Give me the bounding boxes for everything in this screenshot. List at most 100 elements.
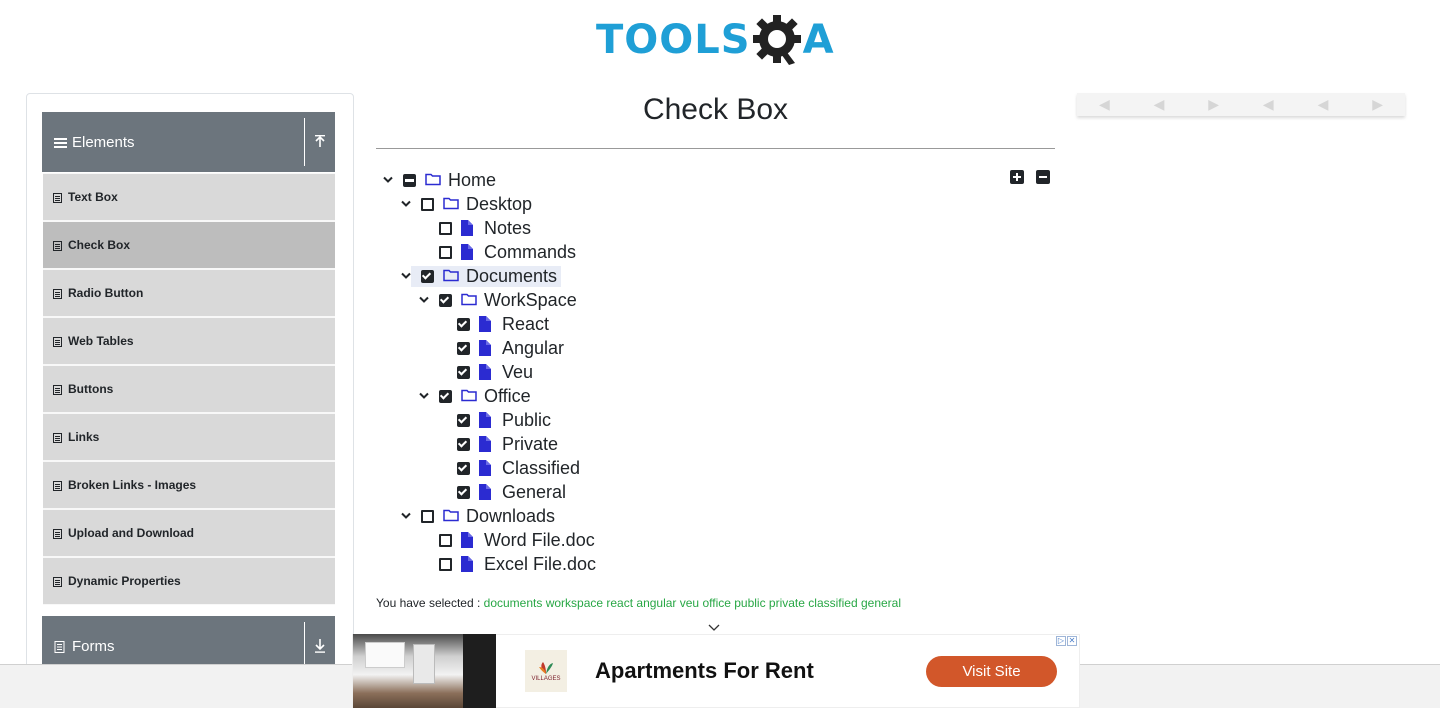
tree-node-label[interactable]: Documents — [466, 266, 557, 287]
sidebar-item-check-box[interactable]: Check Box — [43, 221, 335, 269]
chevron-up-icon[interactable] — [304, 118, 335, 166]
arrow-right-icon: ▶ — [1208, 96, 1220, 112]
checkbox-checked[interactable] — [457, 461, 470, 475]
tree-node-public: Public — [451, 408, 551, 432]
tree-node-angular: Angular — [451, 336, 564, 360]
result-prefix: You have selected : — [376, 596, 481, 610]
sidebar-item-broken-links[interactable]: Broken Links - Images — [43, 461, 335, 509]
tree-node-label[interactable]: Office — [484, 386, 531, 407]
ad-info-icon[interactable]: ▷ — [1056, 636, 1066, 646]
checkbox-unchecked[interactable] — [439, 245, 452, 259]
chevron-down-icon[interactable] — [397, 504, 415, 528]
checkbox-checked[interactable] — [457, 437, 470, 451]
tree-node-label[interactable]: Desktop — [466, 194, 532, 215]
checkbox-unchecked[interactable] — [439, 221, 452, 235]
tree-node-label[interactable]: Private — [502, 434, 558, 455]
checkbox-checked[interactable] — [457, 365, 470, 379]
visit-site-button[interactable]: Visit Site — [926, 655, 1057, 687]
ad-logo-text: VILLAGES — [531, 676, 561, 682]
file-icon — [479, 316, 495, 332]
checkbox-unchecked[interactable] — [421, 197, 434, 211]
checkbox-checked[interactable] — [457, 317, 470, 331]
bottom-ad[interactable]: VILLAGES Apartments For Rent Visit Site … — [352, 634, 1080, 708]
folder-icon — [461, 292, 477, 308]
sidebar-item-dynamic-properties[interactable]: Dynamic Properties — [43, 557, 335, 605]
tree-node-office: Office — [415, 384, 531, 408]
tree-node-label[interactable]: Downloads — [466, 506, 555, 527]
checkbox-half[interactable] — [403, 173, 416, 187]
tree-node-label[interactable]: Word File.doc — [484, 530, 595, 551]
sidebar-item-upload-download[interactable]: Upload and Download — [43, 509, 335, 557]
tree-node-label[interactable]: React — [502, 314, 549, 335]
checkbox-checked[interactable] — [439, 293, 452, 307]
logo-text: TOOLS — [596, 17, 751, 63]
ad-controls: ▷ ✕ — [1056, 636, 1077, 646]
expand-all-button[interactable] — [1010, 170, 1024, 184]
checkbox-unchecked[interactable] — [421, 509, 434, 523]
sidebar-item-label: Upload and Download — [68, 526, 194, 540]
list-icon — [53, 384, 62, 395]
tree-node-label[interactable]: Classified — [502, 458, 580, 479]
divider — [376, 148, 1055, 149]
checkbox-checked[interactable] — [457, 341, 470, 355]
tree-node-label[interactable]: Angular — [502, 338, 564, 359]
file-icon — [479, 484, 495, 500]
sidebar-item-web-tables[interactable]: Web Tables — [43, 317, 335, 365]
tree-node-private: Private — [451, 432, 558, 456]
sidebar-item-buttons[interactable]: Buttons — [43, 365, 335, 413]
checkbox-checked[interactable] — [421, 269, 434, 283]
chevron-down-icon[interactable] — [379, 168, 397, 192]
close-icon[interactable]: ✕ — [1067, 636, 1077, 646]
sidebar: Elements Text Box Check Box Radio Button… — [26, 93, 354, 708]
toolsqa-logo[interactable]: TOOLS A — [596, 12, 834, 68]
tree-node-label[interactable]: Veu — [502, 362, 533, 383]
leaf-icon — [539, 662, 553, 674]
sidebar-item-label: Dynamic Properties — [68, 574, 181, 588]
list-icon — [53, 480, 62, 491]
form-icon — [54, 640, 68, 653]
tree-node-word-file-doc: Word File.doc — [433, 528, 595, 552]
file-icon — [461, 532, 477, 548]
chevron-down-icon[interactable] — [415, 288, 433, 312]
group-header-elements[interactable]: Elements — [42, 112, 335, 172]
result-values: documents workspace react angular veu of… — [483, 596, 901, 610]
file-icon — [479, 364, 495, 380]
chevron-down-icon[interactable] — [304, 622, 335, 670]
tree-node-veu: Veu — [451, 360, 533, 384]
list-icon — [53, 528, 62, 539]
sidebar-item-radio-button[interactable]: Radio Button — [43, 269, 335, 317]
sidebar-item-links[interactable]: Links — [43, 413, 335, 461]
tree-node-label[interactable]: Commands — [484, 242, 576, 263]
checkbox-unchecked[interactable] — [439, 533, 452, 547]
group-label-elements: Elements — [72, 133, 135, 151]
chevron-down-icon[interactable] — [415, 384, 433, 408]
tree-node-label[interactable]: General — [502, 482, 566, 503]
file-icon — [479, 460, 495, 476]
folder-icon — [461, 388, 477, 404]
tree-node-react: React — [451, 312, 549, 336]
checkbox-unchecked[interactable] — [439, 557, 452, 571]
tree-node-label[interactable]: WorkSpace — [484, 290, 577, 311]
sidebar-item-label: Buttons — [68, 382, 114, 396]
sidebar-item-text-box[interactable]: Text Box — [43, 173, 335, 221]
result-text: You have selected : documents workspace … — [376, 596, 901, 610]
file-icon — [461, 556, 477, 572]
tree-node-workspace: WorkSpace — [415, 288, 577, 312]
checkbox-checked[interactable] — [457, 413, 470, 427]
tree-node-label[interactable]: Notes — [484, 218, 531, 239]
sidebar-items: Text Box Check Box Radio Button Web Tabl… — [43, 173, 335, 605]
tree-node-label[interactable]: Public — [502, 410, 551, 431]
sidebar-item-label: Check Box — [68, 238, 131, 252]
checkbox-checked[interactable] — [439, 389, 452, 403]
collapse-all-button[interactable] — [1036, 170, 1050, 184]
sidebar-item-label: Links — [68, 430, 100, 444]
ad-strip[interactable]: ◀ ◀ ▶ ◀ ◀ ▶ — [1077, 93, 1405, 116]
arrow-right-icon: ▶ — [1372, 96, 1383, 112]
tree-node-label[interactable]: Home — [448, 170, 496, 191]
checkbox-checked[interactable] — [457, 485, 470, 499]
tree-node-label[interactable]: Excel File.doc — [484, 554, 596, 575]
tree-node-downloads: Downloads — [397, 504, 555, 528]
chevron-down-icon[interactable] — [397, 192, 415, 216]
sidebar-item-label: Broken Links - Images — [68, 478, 197, 492]
list-icon — [53, 288, 62, 299]
